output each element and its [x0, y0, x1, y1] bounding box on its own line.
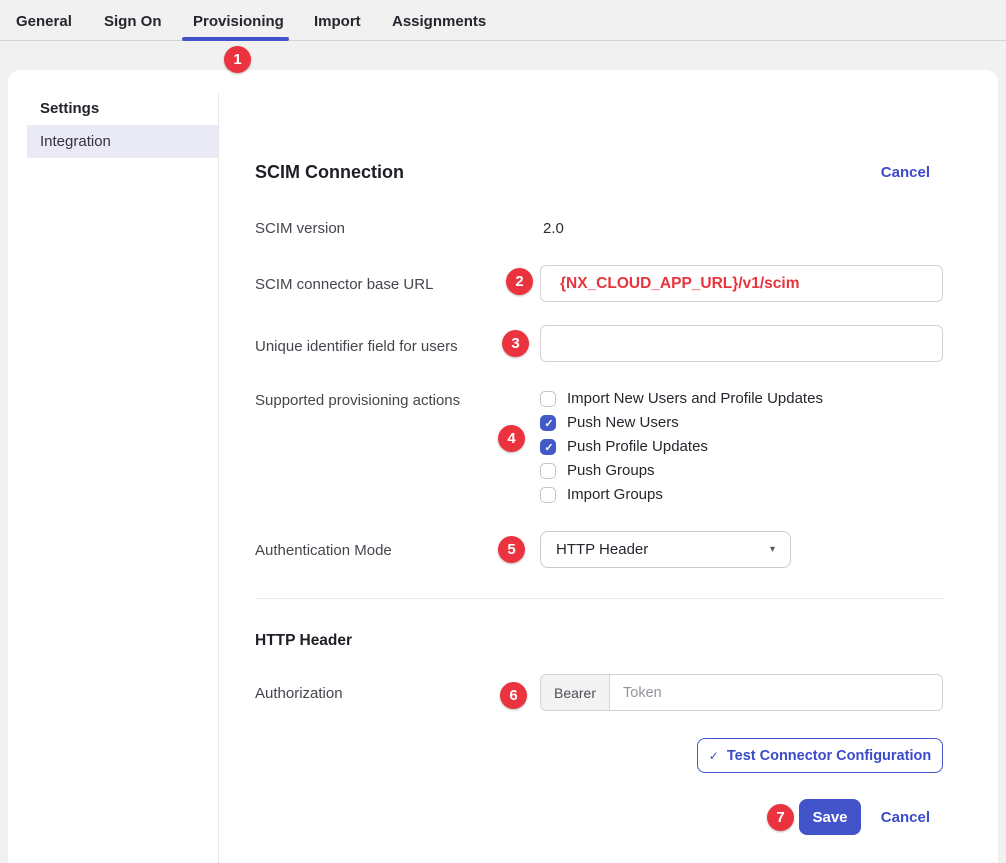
step-badge-5: 5 [498, 536, 525, 563]
test-connector-label: Test Connector Configuration [727, 748, 931, 764]
checkbox-push-profile-updates[interactable] [540, 439, 556, 455]
test-connector-button[interactable]: ✓ Test Connector Configuration [697, 738, 943, 773]
step-badge-4: 4 [498, 425, 525, 452]
checkbox-row-push-profile-updates[interactable]: Push Profile Updates [540, 439, 708, 455]
scim-version-label: SCIM version [255, 219, 535, 239]
checkbox-push-new-users[interactable] [540, 415, 556, 431]
sidebar-item-integration[interactable]: Integration [27, 125, 218, 158]
checkbox-label: Push Groups [567, 463, 655, 479]
tab-provisioning[interactable]: Provisioning [193, 12, 284, 32]
sidebar-header-settings: Settings [40, 99, 99, 119]
provisioning-actions-label: Supported provisioning actions [255, 391, 535, 411]
checkbox-label: Push Profile Updates [567, 439, 708, 455]
bearer-prefix: Bearer [541, 675, 610, 710]
auth-mode-label: Authentication Mode [255, 541, 535, 561]
chevron-down-icon: ▾ [770, 544, 775, 555]
checkbox-import-new-users[interactable] [540, 391, 556, 407]
unique-id-input[interactable] [540, 325, 943, 362]
token-input[interactable] [610, 675, 942, 710]
checkbox-row-import-new-users[interactable]: Import New Users and Profile Updates [540, 391, 823, 407]
base-url-input[interactable] [540, 265, 943, 302]
auth-mode-select[interactable]: HTTP Header ▾ [540, 531, 791, 568]
tab-sign-on[interactable]: Sign On [104, 12, 162, 32]
checkbox-push-groups[interactable] [540, 463, 556, 479]
checkbox-import-groups[interactable] [540, 487, 556, 503]
tab-import[interactable]: Import [314, 12, 361, 32]
provisioning-card: Settings Integration SCIM Connection Can… [8, 70, 998, 863]
auth-mode-value: HTTP Header [556, 541, 770, 558]
checkbox-row-push-new-users[interactable]: Push New Users [540, 415, 679, 431]
authorization-label: Authorization [255, 684, 535, 704]
step-badge-2: 2 [506, 268, 533, 295]
unique-id-label: Unique identifier field for users [255, 337, 535, 357]
tab-assignments[interactable]: Assignments [392, 12, 486, 32]
cancel-link-top[interactable]: Cancel [881, 163, 930, 182]
checkbox-label: Import Groups [567, 487, 663, 503]
cancel-link-bottom[interactable]: Cancel [881, 808, 930, 827]
app-tab-bar: General Sign On Provisioning Import Assi… [0, 0, 1006, 41]
tab-general[interactable]: General [16, 12, 72, 32]
base-url-label: SCIM connector base URL [255, 275, 535, 295]
active-tab-indicator [182, 37, 289, 41]
http-header-section-title: HTTP Header [255, 631, 352, 651]
sidebar-divider [218, 94, 219, 863]
checkbox-label: Import New Users and Profile Updates [567, 391, 823, 407]
step-badge-3: 3 [502, 330, 529, 357]
page-title: SCIM Connection [255, 161, 404, 183]
scim-version-value: 2.0 [540, 219, 564, 239]
checkbox-row-push-groups[interactable]: Push Groups [540, 463, 655, 479]
section-divider [255, 598, 943, 599]
check-icon: ✓ [709, 749, 719, 763]
save-button[interactable]: Save [799, 799, 861, 835]
step-badge-6: 6 [500, 682, 527, 709]
authorization-input-group: Bearer [540, 674, 943, 711]
checkbox-row-import-groups[interactable]: Import Groups [540, 487, 663, 503]
step-badge-1: 1 [224, 46, 251, 73]
checkbox-label: Push New Users [567, 415, 679, 431]
step-badge-7: 7 [767, 804, 794, 831]
